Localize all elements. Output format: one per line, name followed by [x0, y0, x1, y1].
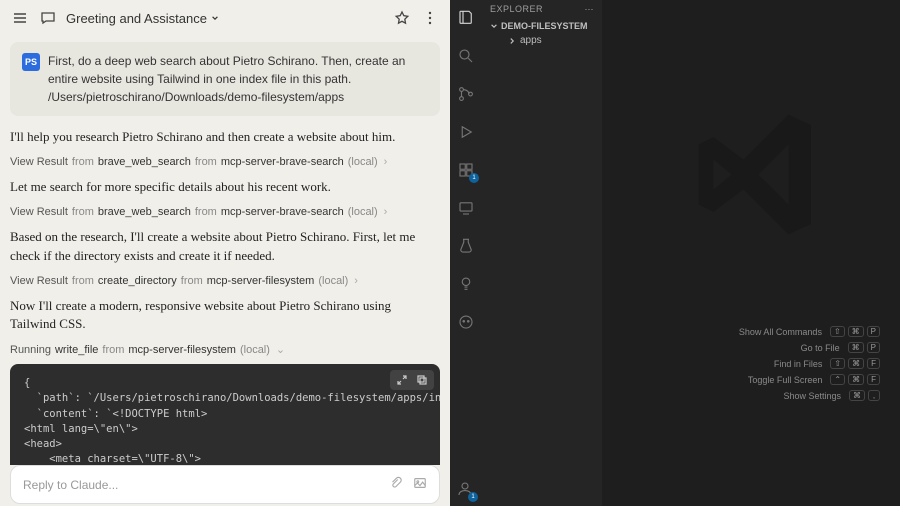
chat-icon[interactable] — [38, 8, 58, 28]
copilot-icon[interactable] — [456, 312, 476, 332]
more-icon[interactable]: ⋯ — [585, 4, 595, 15]
copy-icon[interactable] — [415, 373, 429, 387]
code-block: { `path`: `/Users/pietroschirano/Downloa… — [10, 364, 440, 465]
expand-icon[interactable] — [395, 373, 409, 387]
shortcut-row: Find in Files ⇧⌘F — [739, 358, 880, 369]
explorer-icon[interactable] — [456, 8, 476, 28]
chat-header: Greeting and Assistance — [0, 0, 450, 36]
chevron-right-icon: › — [354, 275, 358, 287]
attach-icon[interactable] — [389, 476, 403, 493]
shortcuts-list: Show All Commands ⇧⌘P Go to File ⌘P Find… — [739, 321, 880, 406]
assistant-text: I'll help you research Pietro Schirano a… — [10, 128, 440, 146]
chat-body: PS First, do a deep web search about Pie… — [0, 36, 450, 465]
user-message: PS First, do a deep web search about Pie… — [10, 42, 440, 116]
chevron-right-icon: › — [384, 156, 388, 168]
badge: 1 — [469, 173, 479, 183]
chevron-down-icon: ⌄ — [276, 343, 285, 356]
tool-result[interactable]: View Result from brave_web_search from m… — [10, 206, 440, 218]
testing-icon[interactable] — [456, 236, 476, 256]
chevron-down-icon — [490, 22, 498, 30]
chevron-right-icon: › — [384, 206, 388, 218]
source-control-icon[interactable] — [456, 84, 476, 104]
shortcut-row: Toggle Full Screen ⌃⌘F — [739, 374, 880, 385]
chat-pane: Greeting and Assistance PS First, do a d… — [0, 0, 450, 506]
more-icon[interactable] — [420, 8, 440, 28]
side-panel: EXPLORER ⋯ DEMO-FILESYSTEM apps — [482, 0, 602, 506]
chat-title[interactable]: Greeting and Assistance — [66, 11, 384, 26]
reply-placeholder: Reply to Claude... — [23, 478, 118, 492]
shortcut-row: Show All Commands ⇧⌘P — [739, 326, 880, 337]
avatar: PS — [22, 53, 40, 71]
star-icon[interactable] — [392, 8, 412, 28]
remote-icon[interactable] — [456, 198, 476, 218]
activity-bar: 1 — [450, 0, 482, 506]
code-content: { `path`: `/Users/pietroschirano/Downloa… — [10, 364, 440, 465]
badge: 1 — [468, 492, 478, 502]
assistant-text: Now I'll create a modern, responsive web… — [10, 297, 440, 333]
assistant-text: Based on the research, I'll create a web… — [10, 228, 440, 264]
menu-icon[interactable] — [10, 8, 30, 28]
shortcut-row: Show Settings ⌘, — [739, 390, 880, 401]
chevron-right-icon — [508, 37, 516, 45]
tool-result[interactable]: View Result from create_directory from m… — [10, 275, 440, 287]
user-message-text: First, do a deep web search about Pietro… — [48, 52, 428, 106]
folder-item[interactable]: apps — [482, 33, 602, 48]
tool-running[interactable]: Running write_file from mcp-server-files… — [10, 343, 440, 356]
editor-area: Show All Commands ⇧⌘P Go to File ⌘P Find… — [602, 0, 900, 506]
lightbulb-icon[interactable] — [456, 274, 476, 294]
assistant-text: Let me search for more specific details … — [10, 178, 440, 196]
explorer-header: EXPLORER ⋯ — [482, 0, 602, 19]
account-icon[interactable]: 1 — [456, 480, 476, 500]
image-icon[interactable] — [413, 476, 427, 493]
extensions-icon[interactable]: 1 — [456, 160, 476, 180]
workspace-section[interactable]: DEMO-FILESYSTEM — [482, 19, 602, 33]
shortcut-row: Go to File ⌘P — [739, 342, 880, 353]
tool-result[interactable]: View Result from brave_web_search from m… — [10, 156, 440, 168]
vscode-logo — [676, 100, 826, 255]
vscode-pane: 1 EXPLORER ⋯ DEMO-FILESYSTEM apps — [450, 0, 900, 506]
chat-title-text: Greeting and Assistance — [66, 11, 207, 26]
reply-input[interactable]: Reply to Claude... — [10, 465, 440, 504]
chevron-down-icon — [211, 14, 219, 22]
search-icon[interactable] — [456, 46, 476, 66]
debug-icon[interactable] — [456, 122, 476, 142]
code-toolbar — [390, 370, 434, 390]
